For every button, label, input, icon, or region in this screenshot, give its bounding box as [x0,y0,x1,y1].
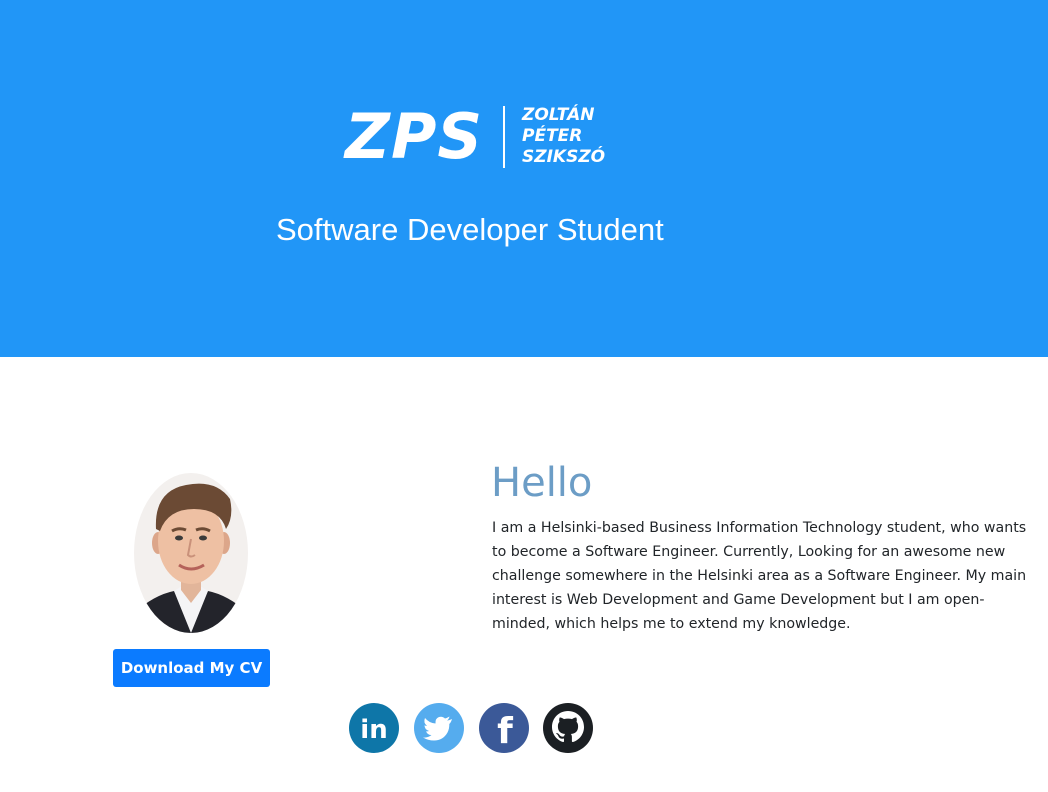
linkedin-glyph: in [360,715,387,745]
linkedin-icon: in [349,703,399,753]
facebook-link[interactable]: f [479,703,529,753]
twitter-icon [414,703,464,753]
download-cv-button[interactable]: Download My CV [113,649,270,687]
logo-first-name: ZOLTÁN [522,105,595,125]
avatar [134,473,248,633]
facebook-icon: f [479,703,529,753]
social-links: in f [349,703,609,753]
logo-full-name: ZOLTÁN PÉTER SZIKSZÓ [522,105,605,168]
facebook-glyph: f [497,711,513,752]
logo-divider [503,106,505,168]
intro-heading: Hello [491,460,593,506]
intro-bio: I am a Helsinki-based Business Informati… [492,520,1027,632]
profile-photo [134,473,248,633]
logo-monogram: ZPS [345,100,484,173]
logo-middle-name: PÉTER [522,126,583,146]
hero-banner: ZPS ZOLTÁN PÉTER SZIKSZÓ Software Develo… [0,0,1048,357]
twitter-link[interactable] [414,703,464,753]
github-icon [543,703,593,753]
logo-last-name: SZIKSZÓ [522,147,606,167]
site-logo[interactable]: ZPS ZOLTÁN PÉTER SZIKSZÓ [345,102,615,172]
github-link[interactable] [543,703,593,753]
hero-subtitle: Software Developer Student [276,212,664,247]
linkedin-link[interactable]: in [349,703,399,753]
